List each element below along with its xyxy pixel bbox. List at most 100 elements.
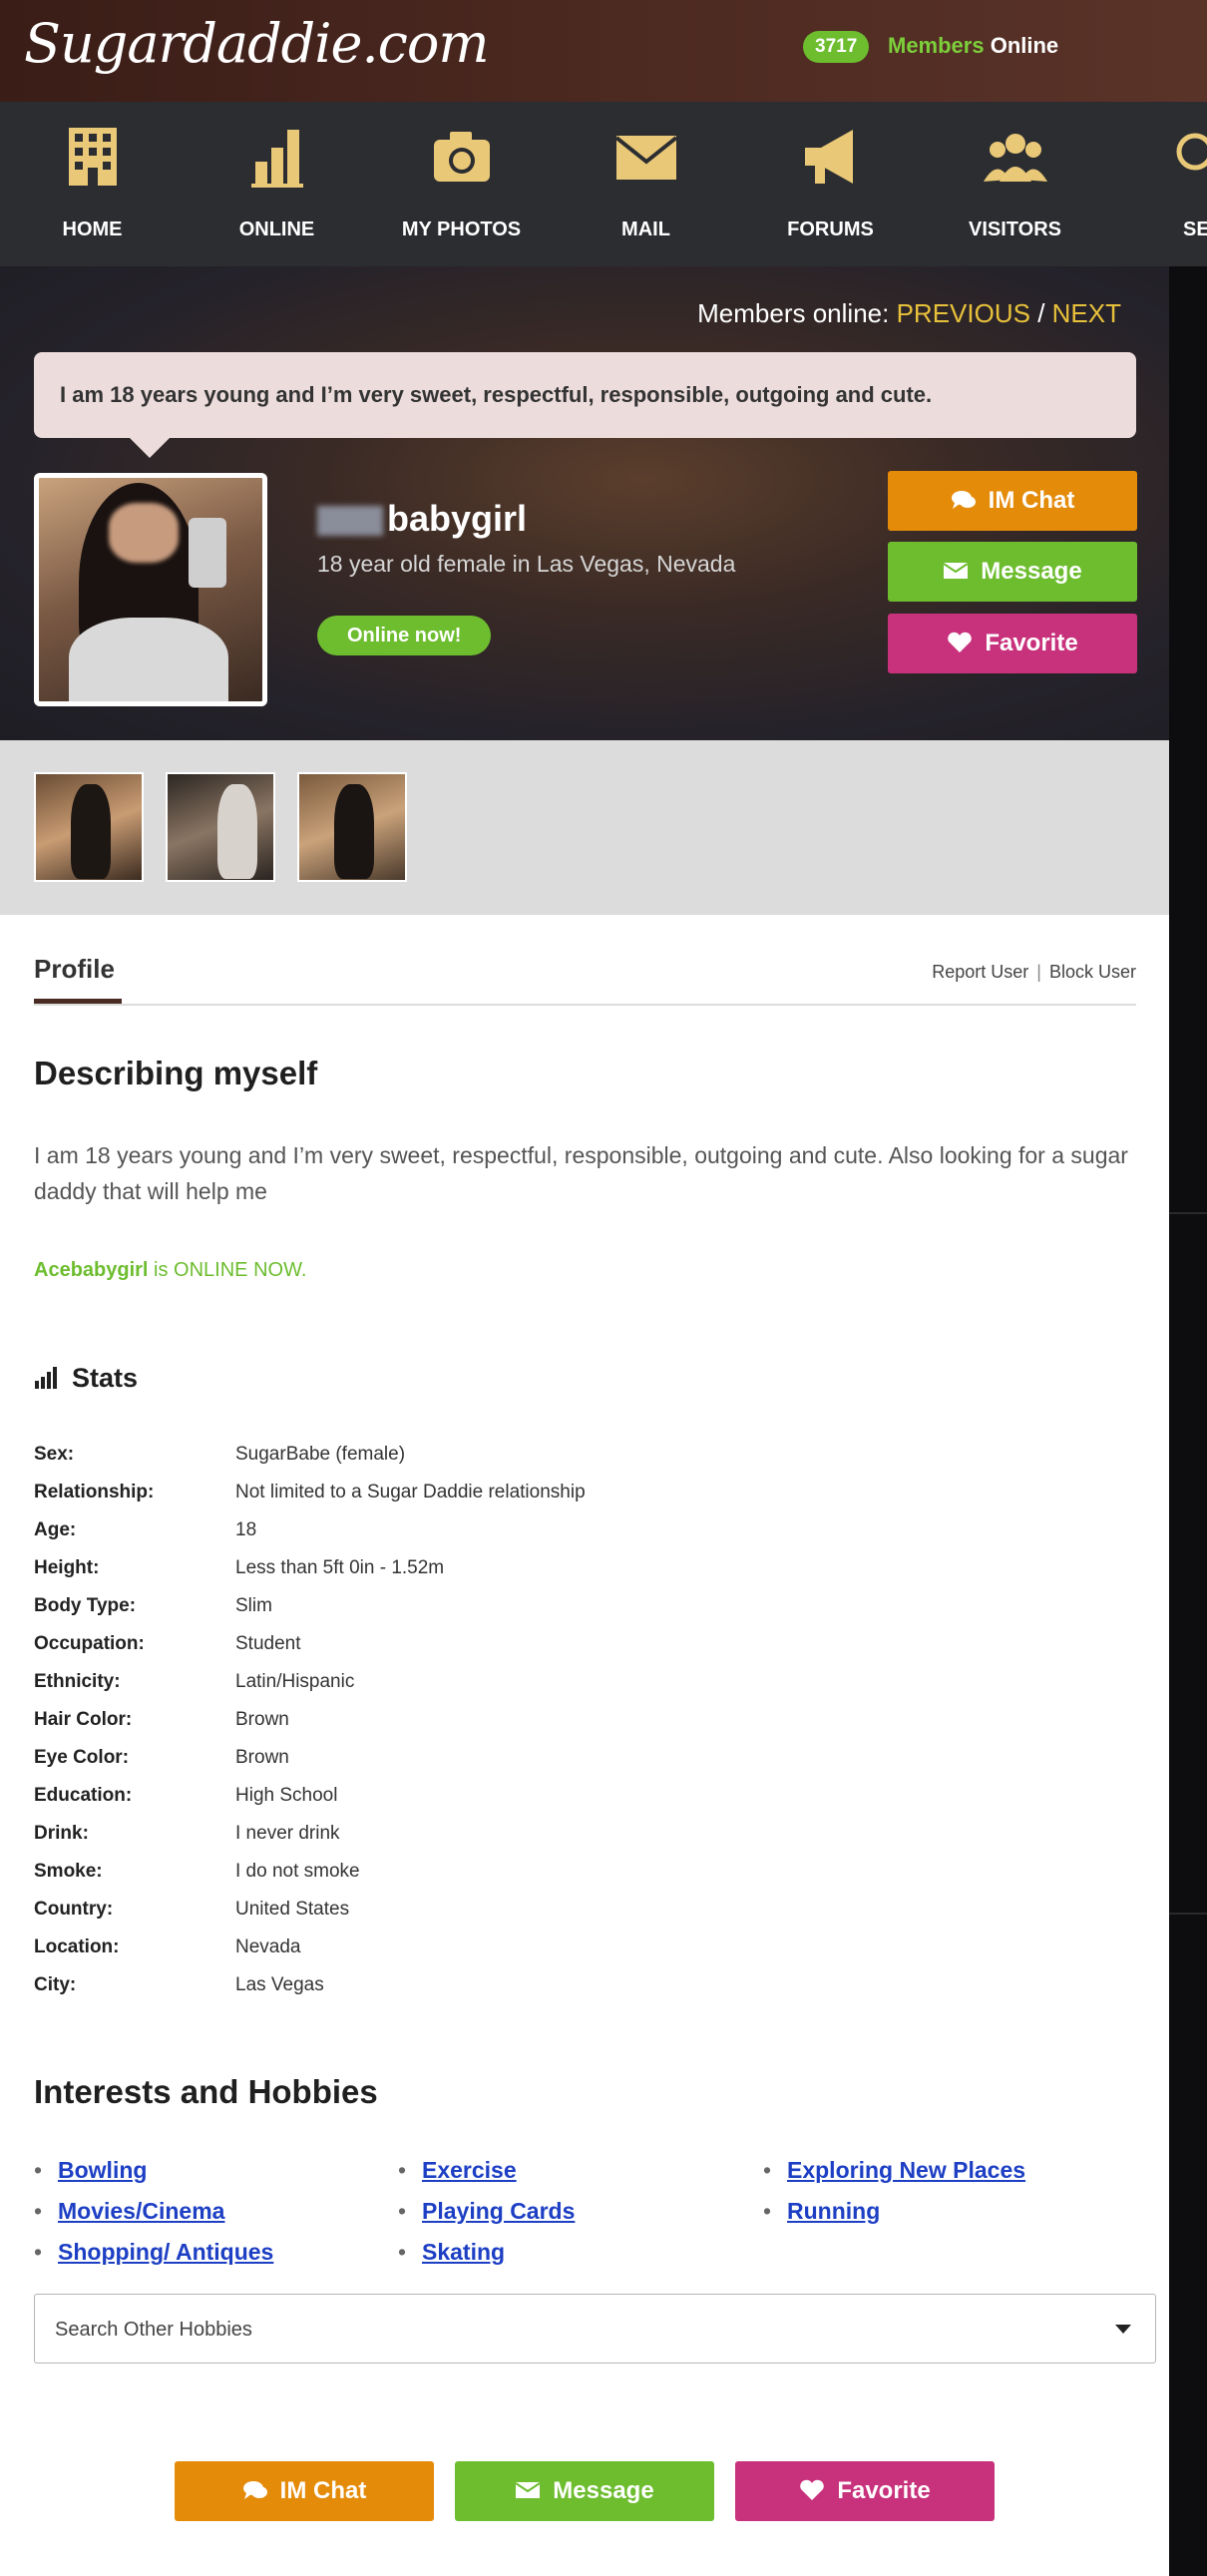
stat-label: Age: [34, 1519, 77, 1540]
thumbnail-figure [71, 784, 111, 879]
stat-value: SugarBabe (female) [235, 1444, 406, 1465]
thumbnail-figure [217, 784, 257, 879]
members-online-pager-label: Members online: [697, 298, 890, 328]
stat-label: Eye Color: [34, 1747, 130, 1768]
stat-value: High School [235, 1785, 338, 1806]
bottom-favorite-button[interactable]: Favorite [735, 2461, 995, 2521]
report-block-links: Report User | Block User [932, 962, 1136, 983]
bottom-message-button[interactable]: Message [455, 2461, 714, 2521]
bottom-im-chat-button[interactable]: IM Chat [175, 2461, 434, 2521]
nav-forums[interactable]: FORUMS [738, 102, 923, 266]
nav-home[interactable]: HOME [0, 102, 185, 266]
nav-label: HOME [62, 218, 123, 240]
hobby-item: • Exploring New Places [763, 2157, 1025, 2184]
report-user-link[interactable]: Report User [932, 962, 1028, 982]
photo-thumbnails [0, 740, 1169, 915]
next-link[interactable]: NEXT [1052, 298, 1121, 328]
im-chat-label: IM Chat [279, 2477, 367, 2504]
im-chat-button[interactable]: IM Chat [888, 471, 1137, 531]
nav-label: ONLINE [238, 218, 315, 240]
strip-divider [1169, 1212, 1207, 1214]
bullet: • [763, 2198, 772, 2224]
stat-value: Las Vegas [235, 1974, 324, 1995]
building-icon [68, 128, 117, 186]
stat-value: Nevada [235, 1936, 301, 1957]
nav-label: FORUMS [787, 218, 874, 240]
photo-thumbnail[interactable] [297, 772, 407, 882]
hobby-item: • Shopping/ Antiques [34, 2239, 273, 2266]
online-now-badge: Online now! [317, 616, 492, 655]
hobby-link[interactable]: Exercise [422, 2157, 517, 2183]
stat-label: Height: [34, 1557, 100, 1578]
nav-visitors[interactable]: VISITORS [923, 102, 1107, 266]
nav-online[interactable]: ONLINE [185, 102, 369, 266]
photo-thumbnail[interactable] [34, 772, 144, 882]
megaphone-icon [804, 130, 853, 184]
stat-value: Slim [235, 1595, 272, 1616]
online-word: Online [990, 33, 1059, 58]
members-online-pager: Members online: PREVIOUS / NEXT [697, 298, 1121, 329]
username: babygirl [317, 498, 527, 540]
profile-avatar[interactable] [34, 473, 267, 706]
block-user-link[interactable]: Block User [1049, 962, 1136, 982]
nav-mail[interactable]: MAIL [554, 102, 738, 266]
stat-label: Sex: [34, 1444, 75, 1465]
online-username[interactable]: Acebabygirl [34, 1259, 148, 1281]
nav-label: MY PHOTOS [401, 218, 522, 240]
stat-value: United States [235, 1899, 350, 1920]
describing-myself-heading: Describing myself [34, 1055, 318, 1091]
hobby-link[interactable]: Bowling [58, 2157, 147, 2183]
describing-myself-text: I am 18 years young and I’m very sweet, … [34, 1142, 1128, 1204]
hobby-item: • Exercise [398, 2157, 517, 2184]
photo-thumbnail[interactable] [166, 772, 275, 882]
envelope-icon [515, 2482, 541, 2498]
tab-profile[interactable]: Profile [34, 954, 115, 985]
strip-divider [1169, 1913, 1207, 1915]
hobby-item: • Movies/Cinema [34, 2198, 224, 2225]
stat-value: Brown [235, 1709, 289, 1730]
bullet: • [34, 2239, 43, 2265]
pager-separator: / [1037, 298, 1045, 328]
hobby-link[interactable]: Movies/Cinema [58, 2198, 224, 2224]
stat-value: Less than 5ft 0in - 1.52m [235, 1557, 445, 1578]
stat-label: Ethnicity: [34, 1671, 121, 1692]
stat-label: Country: [34, 1899, 114, 1920]
search-other-hobbies-select[interactable]: Search Other Hobbies [34, 2294, 1156, 2363]
avatar-top [69, 618, 228, 701]
members-online-count: 3717 [803, 31, 870, 63]
camera-icon [433, 132, 490, 182]
bullet: • [398, 2157, 407, 2183]
online-suffix: is ONLINE NOW. [154, 1259, 307, 1281]
previous-link[interactable]: PREVIOUS [897, 298, 1030, 328]
stat-label: Smoke: [34, 1861, 103, 1882]
hobby-item: • Bowling [34, 2157, 147, 2184]
nav-label: MAIL [621, 218, 670, 240]
interests-heading: Interests and Hobbies [34, 2073, 378, 2110]
hobby-link[interactable]: Exploring New Places [787, 2157, 1025, 2183]
hobby-link[interactable]: Shopping/ Antiques [58, 2239, 273, 2265]
heart-icon [948, 632, 973, 652]
hobby-item: • Skating [398, 2239, 505, 2266]
hobby-link[interactable]: Running [787, 2198, 880, 2224]
stat-label: Body Type: [34, 1595, 137, 1616]
avatar-phone [189, 518, 226, 588]
hobby-link[interactable]: Skating [422, 2239, 505, 2265]
hobby-item: • Playing Cards [398, 2198, 575, 2225]
stat-value: 18 [235, 1519, 257, 1540]
favorite-button[interactable]: Favorite [888, 614, 1137, 673]
nav-search[interactable]: SEAR [1107, 102, 1207, 266]
username-blurred-prefix [317, 506, 383, 537]
signal-bars-icon [35, 1367, 57, 1389]
thumbnail-figure [334, 784, 374, 879]
page: { "header": { "logo": "Sugardaddie.com",… [0, 0, 1207, 2576]
stat-value: I do not smoke [235, 1861, 360, 1882]
username-text: babygirl [387, 498, 528, 539]
search-icon [1176, 133, 1207, 171]
hobby-link[interactable]: Playing Cards [422, 2198, 575, 2224]
site-header: Sugardaddie.com 3717 Members Online [0, 0, 1207, 102]
message-button[interactable]: Message [888, 542, 1137, 602]
caret-down-icon [1115, 2325, 1131, 2334]
site-logo[interactable]: Sugardaddie.com [24, 12, 490, 75]
nav-my-photos[interactable]: MY PHOTOS [369, 102, 554, 266]
right-edge-strip [1169, 0, 1207, 2576]
